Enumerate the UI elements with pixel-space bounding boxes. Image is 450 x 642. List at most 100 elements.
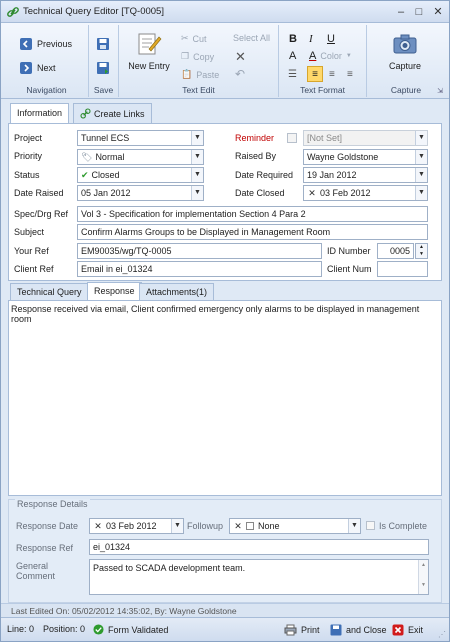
save-icon[interactable]	[96, 37, 110, 51]
subject-field[interactable]: Confirm Alarms Groups to be Displayed in…	[77, 224, 428, 240]
print-button[interactable]: Print	[284, 624, 320, 636]
save-and-new-icon[interactable]	[96, 61, 110, 75]
dialog-launcher-icon[interactable]: ⇲	[437, 87, 443, 95]
clear-x-icon[interactable]: ✕	[93, 519, 103, 533]
general-comment-field[interactable]: Passed to SCADA development team. ▲ ▼	[89, 559, 429, 595]
reminder-select[interactable]: [Not Set] ▼	[303, 130, 428, 146]
general-label: General	[16, 561, 49, 571]
status-bar: Line: 0 Position: 0 Form Validated Print…	[1, 617, 449, 641]
line-indicator: Line: 0	[7, 624, 35, 634]
align-right-icon: ≡	[347, 69, 353, 80]
next-button[interactable]: Next	[19, 61, 56, 75]
previous-label: Previous	[37, 39, 73, 49]
italic-label: I	[309, 33, 313, 45]
is-complete-checkbox[interactable]	[366, 521, 375, 530]
previous-button[interactable]: Previous	[19, 37, 72, 51]
chevron-down-icon: ▼	[348, 519, 360, 533]
exit-button[interactable]: Exit	[392, 624, 423, 636]
date-closed-picker[interactable]: ✕ 03 Feb 2012 ▼	[303, 185, 428, 201]
italic-button[interactable]: I	[309, 33, 313, 45]
response-textarea[interactable]: Response received via email, Client conf…	[11, 304, 439, 324]
reminder-label: Reminder	[235, 133, 275, 143]
camera-icon	[393, 34, 417, 54]
tab-response[interactable]: Response	[87, 282, 142, 301]
copy-button[interactable]: ❐ Copy	[181, 51, 214, 62]
priority-label: Priority	[14, 151, 43, 161]
spec-ref-field[interactable]: Vol 3 - Specification for implementation…	[77, 206, 428, 222]
editor-window: Technical Query Editor [TQ-0005] – □ ✕ P…	[0, 0, 450, 642]
bold-button[interactable]: B	[289, 33, 297, 45]
tab-attachments[interactable]: Attachments(1)	[139, 283, 215, 301]
project-select[interactable]: Tunnel ECS ▼	[77, 130, 204, 146]
check-icon: ✔	[81, 170, 89, 180]
spec-ref-value: Vol 3 - Specification for implementation…	[81, 209, 306, 219]
cut-button[interactable]: ✂ Cut	[181, 33, 207, 44]
calendar-icon	[246, 522, 254, 530]
form-validated-status: Form Validated	[93, 624, 168, 635]
color-button[interactable]: A Color ▼	[309, 50, 352, 62]
date-required-value: 19 Jan 2012	[307, 170, 357, 180]
tab-information[interactable]: Information	[10, 103, 70, 124]
ribbon: Previous Next Navigation Save New Entry …	[1, 23, 449, 99]
scissors-icon: ✂	[181, 33, 189, 43]
maximize-button[interactable]: □	[411, 5, 427, 19]
clear-x-icon[interactable]: ✕	[307, 186, 317, 200]
resize-grip-icon[interactable]: ⋰	[438, 630, 446, 639]
align-right-button[interactable]: ≡	[347, 69, 353, 80]
align-left-button[interactable]: ≡	[307, 66, 323, 82]
chevron-down-icon: ▼	[415, 131, 427, 145]
capture-label: Capture	[388, 61, 422, 71]
align-center-button[interactable]: ≡	[329, 69, 335, 80]
date-closed-label: Date Closed	[235, 188, 285, 198]
close-button[interactable]: ✕	[430, 5, 446, 19]
paste-button[interactable]: 📋 Paste	[181, 69, 219, 80]
save-group: Save	[89, 25, 119, 97]
client-num-field[interactable]	[377, 261, 428, 277]
scroll-down-icon: ▼	[421, 582, 426, 588]
client-ref-field[interactable]: Email in ei_01324	[77, 261, 322, 277]
raised-by-select[interactable]: Wayne Goldstone ▼	[303, 149, 428, 165]
undo-button[interactable]: ↶	[235, 67, 245, 81]
reminder-checkbox[interactable]	[287, 133, 297, 143]
chevron-down-icon: ▼	[415, 150, 427, 164]
id-number-field[interactable]: 0005	[377, 243, 414, 259]
save-and-close-button[interactable]: and Close	[330, 624, 387, 636]
minimize-button[interactable]: –	[393, 5, 409, 19]
delete-button[interactable]: ✕	[235, 49, 246, 65]
bold-label: B	[289, 33, 297, 45]
priority-select[interactable]: 🏷 Normal ▼	[77, 149, 204, 165]
general-comment-value: Passed to SCADA development team.	[93, 563, 246, 573]
underline-button[interactable]: U	[327, 33, 335, 45]
id-number-label: ID Number	[327, 246, 371, 256]
response-ref-field[interactable]: ei_01324	[89, 539, 429, 555]
text-edit-group-label: Text Edit	[182, 85, 215, 95]
followup-select[interactable]: ✕ None ▼	[229, 518, 361, 534]
tab-create-links[interactable]: Create Links	[73, 103, 152, 123]
comment-label: Comment	[16, 571, 56, 581]
comment-scrollbar[interactable]: ▲ ▼	[418, 560, 428, 594]
spin-up-icon: ▲	[419, 244, 424, 250]
date-raised-picker[interactable]: 05 Jan 2012 ▼	[77, 185, 204, 201]
text-format-group-label: Text Format	[300, 85, 345, 95]
font-size-button[interactable]: A	[289, 50, 296, 62]
clear-x-icon[interactable]: ✕	[233, 519, 243, 533]
response-date-picker[interactable]: ✕ 03 Feb 2012 ▼	[89, 518, 184, 534]
tab-technical-query[interactable]: Technical Query	[10, 283, 89, 301]
id-number-spinner[interactable]: ▲ ▼	[415, 243, 428, 259]
spin-down-icon: ▼	[419, 251, 424, 257]
status-value: Closed	[91, 170, 120, 180]
response-date-label: Response Date	[16, 521, 79, 531]
date-required-picker[interactable]: 19 Jan 2012 ▼	[303, 167, 428, 183]
client-ref-value: Email in ei_01324	[81, 264, 153, 274]
capture-button[interactable]: Capture	[383, 33, 427, 71]
date-raised-label: Date Raised	[14, 188, 64, 198]
project-value: Tunnel ECS	[81, 133, 130, 143]
status-select[interactable]: ✔ Closed ▼	[77, 167, 204, 183]
new-entry-button[interactable]: New Entry	[127, 31, 171, 71]
last-edited-info: Last Edited On: 05/02/2012 14:35:02, By:…	[1, 603, 449, 617]
align-center-icon: ≡	[329, 69, 335, 80]
select-all-button[interactable]: Select All	[233, 33, 270, 43]
bullets-button[interactable]: ☰	[288, 69, 297, 80]
your-ref-field[interactable]: EM90035/wg/TQ-0005	[77, 243, 322, 259]
exit-icon	[392, 624, 404, 636]
